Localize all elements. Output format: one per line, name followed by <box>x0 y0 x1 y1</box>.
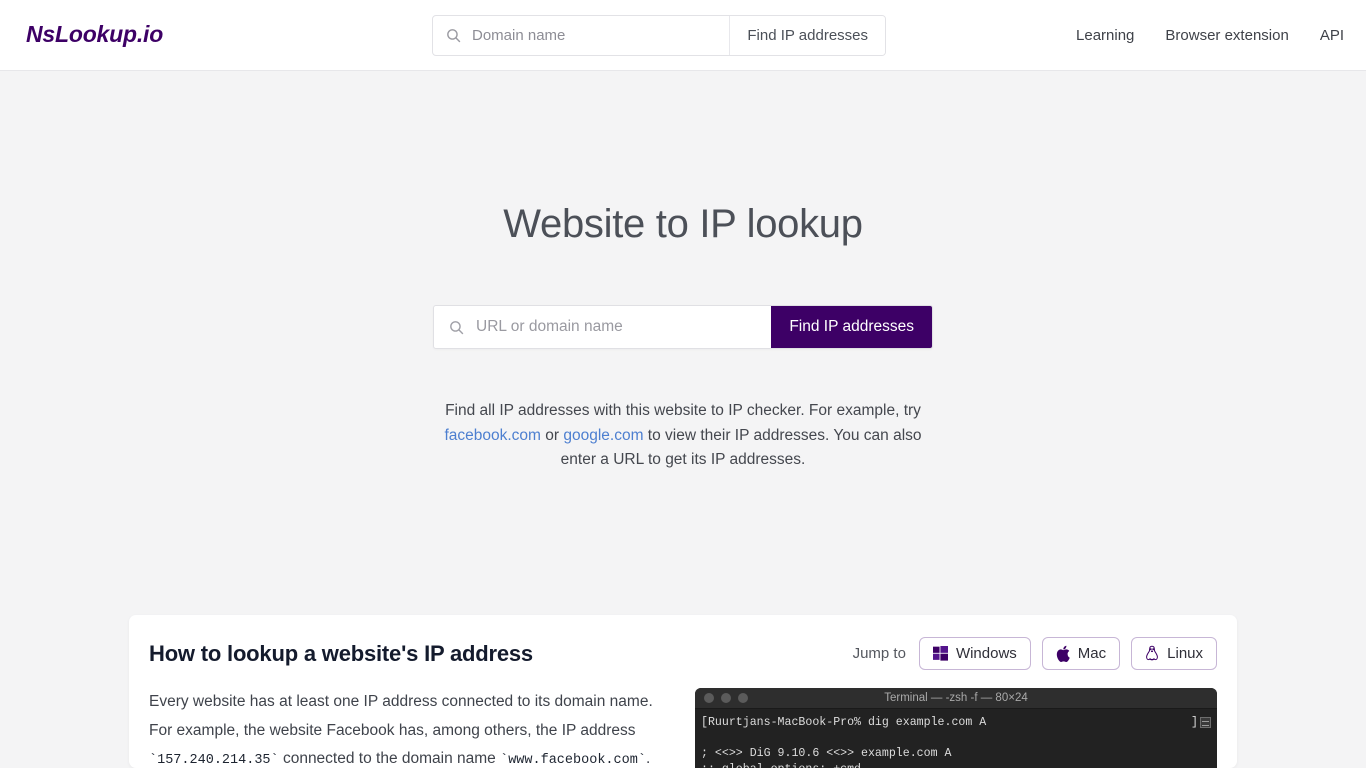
terminal-command-text: [Ruurtjans-MacBook-Pro% dig example.com … <box>701 716 987 729</box>
card-header: How to lookup a website's IP address Jum… <box>149 637 1217 670</box>
terminal-line-dig: ; <<>> DiG 9.10.6 <<>> example.com A <box>701 747 952 760</box>
how-to-card: How to lookup a website's IP address Jum… <box>129 615 1237 768</box>
minimize-dot-icon[interactable] <box>721 693 731 703</box>
hero-description-part1: Find all IP addresses with this website … <box>445 402 921 419</box>
nav-link-learning[interactable]: Learning <box>1076 27 1134 44</box>
jump-to-windows-label: Windows <box>955 645 1017 662</box>
card-body: Every website has at least one IP addres… <box>149 688 1217 768</box>
hero-section: Website to IP lookup Find IP addresses F… <box>0 202 1366 473</box>
nav-link-browser-extension[interactable]: Browser extension <box>1165 27 1288 44</box>
header-search-input[interactable] <box>472 27 720 44</box>
header-search-field <box>433 16 729 55</box>
site-logo[interactable]: NsLookup.io <box>26 21 163 48</box>
terminal-title: Terminal — -zsh -f — 80×24 <box>884 692 1028 704</box>
header-find-ip-button[interactable]: Find IP addresses <box>729 16 885 55</box>
search-icon <box>448 319 465 336</box>
jump-to-mac-label: Mac <box>1077 645 1107 662</box>
card-paragraph: Every website has at least one IP addres… <box>149 688 667 768</box>
terminal-scroll-icon[interactable] <box>1200 717 1211 729</box>
jump-to-label: Jump to <box>852 645 906 662</box>
hero-description-part2: or <box>540 426 564 444</box>
close-dot-icon[interactable] <box>704 693 714 703</box>
code-domain-name: `www.facebook.com` <box>500 753 646 768</box>
code-ip-value: 157.240.214.35 <box>157 753 271 768</box>
jump-to-group: Jump to Windows Mac Linux <box>853 637 1217 670</box>
jump-to-linux-button[interactable]: Linux <box>1131 637 1217 670</box>
terminal-line-options: ;; global options: +cmd <box>695 762 1217 768</box>
card-title: How to lookup a website's IP address <box>149 640 533 666</box>
card-paragraph-line2: For example, the website Facebook has, a… <box>149 721 636 739</box>
terminal-body: [Ruurtjans-MacBook-Pro% dig example.com … <box>695 709 1217 768</box>
hero-search-field <box>434 306 771 348</box>
card-paragraph-line3-mid: connected to the domain name <box>278 750 501 767</box>
hero-search-input[interactable] <box>476 318 762 336</box>
terminal-line-command: [Ruurtjans-MacBook-Pro% dig example.com … <box>695 715 1217 731</box>
hero-search-bar: Find IP addresses <box>433 305 933 349</box>
code-ip-address: `157.240.214.35` <box>149 753 279 768</box>
site-header: NsLookup.io Find IP addresses Learning B… <box>0 0 1366 71</box>
jump-to-linux-label: Linux <box>1167 645 1203 662</box>
example-link-facebook[interactable]: facebook.com <box>444 427 541 444</box>
header-search-bar: Find IP addresses <box>432 15 886 56</box>
primary-nav: Learning Browser extension API <box>1076 0 1344 71</box>
jump-to-windows-button[interactable]: Windows <box>918 637 1031 670</box>
tux-linux-icon <box>1145 645 1159 662</box>
page-title: Website to IP lookup <box>503 202 863 246</box>
apple-icon <box>1056 645 1070 662</box>
windows-icon <box>932 646 948 661</box>
hero-find-ip-button[interactable]: Find IP addresses <box>771 306 932 348</box>
window-controls <box>704 693 748 703</box>
terminal-bracket: ] <box>1191 716 1198 729</box>
terminal-screenshot: Terminal — -zsh -f — 80×24 [Ruurtjans-Ma… <box>695 688 1217 768</box>
nav-link-api[interactable]: API <box>1320 27 1344 44</box>
example-link-google[interactable]: google.com <box>563 427 643 444</box>
search-icon <box>445 27 462 44</box>
card-paragraph-line3-end: . <box>645 750 651 767</box>
terminal-titlebar: Terminal — -zsh -f — 80×24 <box>695 688 1217 709</box>
jump-to-mac-button[interactable]: Mac <box>1041 637 1121 670</box>
card-paragraph-line1: Every website has at least one IP addres… <box>149 693 653 710</box>
hero-description: Find all IP addresses with this website … <box>433 399 933 473</box>
code-domain-value: www.facebook.com <box>508 753 638 768</box>
zoom-dot-icon[interactable] <box>738 693 748 703</box>
